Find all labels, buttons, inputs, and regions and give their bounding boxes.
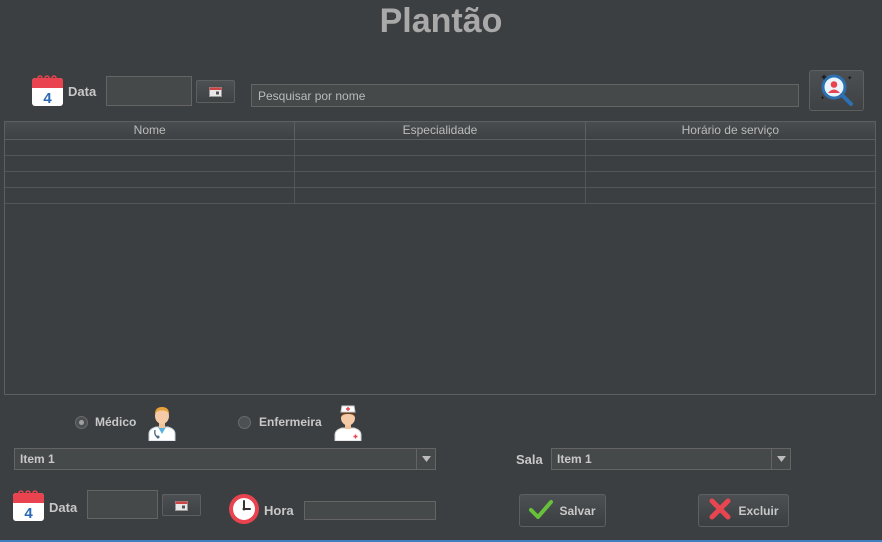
table-cell[interactable] (295, 172, 586, 187)
search-user-icon (819, 72, 855, 110)
save-button-label: Salvar (559, 503, 596, 518)
hora-input[interactable] (304, 501, 436, 520)
person-select[interactable]: Item 1 (14, 448, 436, 470)
search-button[interactable] (809, 70, 864, 111)
date-picker-button[interactable] (196, 80, 235, 103)
sala-label: Sala (516, 452, 543, 467)
sala-select[interactable]: Item 1 (551, 448, 791, 470)
date-input[interactable] (106, 76, 192, 106)
radio-enfermeira[interactable] (238, 416, 251, 429)
page-title: Plantão (379, 2, 503, 40)
sala-select-value: Item 1 (557, 452, 592, 466)
search-input[interactable]: Pesquisar por nome (251, 84, 799, 107)
date-label: Data (68, 84, 97, 99)
svg-text:4: 4 (43, 90, 52, 107)
bottom-date-input[interactable] (87, 490, 158, 519)
table-header: Nome Especialidade Horário de serviço (5, 122, 875, 140)
table-cell[interactable] (5, 156, 296, 171)
nurse-icon (333, 404, 363, 442)
delete-button-label: Excluir (738, 503, 779, 518)
table-cell[interactable] (295, 140, 586, 155)
bottom-date-picker-button[interactable] (162, 494, 201, 516)
table-cell[interactable] (586, 140, 875, 155)
table-cell[interactable] (5, 188, 296, 203)
date-picker-icon (209, 82, 222, 101)
hora-label: Hora (264, 503, 294, 518)
bottom-date-label: Data (49, 500, 78, 515)
table-cell[interactable] (295, 156, 586, 171)
column-header-horario[interactable]: Horário de serviço (586, 122, 875, 139)
table-row[interactable] (5, 188, 875, 204)
check-icon (529, 499, 554, 522)
radio-medico-label[interactable]: Médico (95, 415, 136, 429)
svg-text:4: 4 (24, 505, 33, 522)
dropdown-arrow-icon[interactable] (771, 449, 790, 469)
delete-button[interactable]: Excluir (698, 494, 789, 527)
save-button[interactable]: Salvar (519, 494, 606, 527)
table-cell[interactable] (5, 172, 296, 187)
calendar-icon: 4 (12, 489, 45, 522)
table-row[interactable] (5, 172, 875, 188)
shift-table[interactable]: Nome Especialidade Horário de serviço (4, 121, 876, 395)
table-cell[interactable] (5, 140, 296, 155)
table-cell[interactable] (586, 188, 875, 203)
dropdown-arrow-icon[interactable] (416, 449, 435, 469)
column-header-nome[interactable]: Nome (5, 122, 296, 139)
radio-selected-dot (79, 420, 84, 425)
date-picker-icon (175, 496, 188, 515)
column-header-especialidade[interactable]: Especialidade (295, 122, 586, 139)
table-cell[interactable] (295, 188, 586, 203)
clock-icon (227, 492, 261, 526)
calendar-icon: 4 (31, 74, 64, 107)
table-cell[interactable] (586, 172, 875, 187)
table-row[interactable] (5, 156, 875, 172)
radio-enfermeira-label[interactable]: Enfermeira (259, 415, 322, 429)
table-row[interactable] (5, 140, 875, 156)
radio-medico[interactable] (75, 416, 88, 429)
person-select-value: Item 1 (20, 452, 55, 466)
table-cell[interactable] (586, 156, 875, 171)
x-icon (708, 497, 732, 524)
doctor-icon (146, 404, 178, 442)
